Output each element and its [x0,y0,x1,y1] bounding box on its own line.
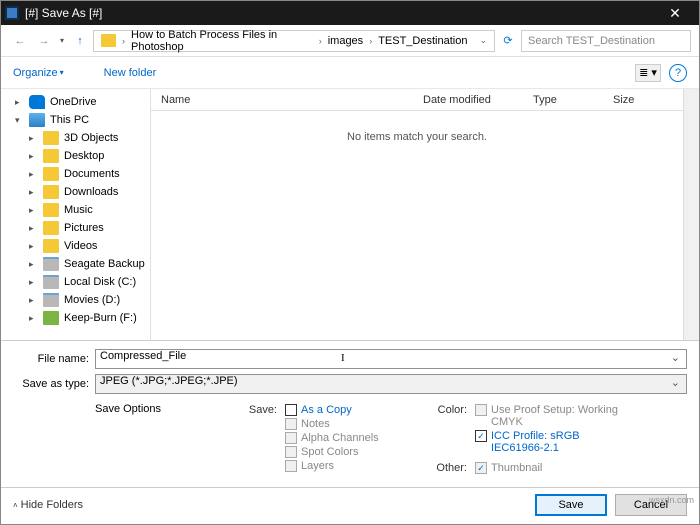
folder-tree[interactable]: ▸OneDrive▾This PC▸3D Objects▸Desktop▸Doc… [1,89,151,340]
tree-item[interactable]: ▸3D Objects [1,129,150,147]
spot-checkbox [285,446,297,458]
titlebar: [#] Save As [#] ✕ [1,1,699,25]
chevron-right-icon: › [366,36,375,46]
crumb[interactable]: How to Batch Process Files in Photoshop [128,29,316,53]
empty-message: No items match your search. [151,111,683,163]
history-dropdown[interactable]: ▾ [57,36,67,45]
as-copy-checkbox[interactable] [285,404,297,416]
save-button[interactable]: Save [535,494,607,516]
view-options-button[interactable]: ≣ ▾ [635,64,661,82]
save-options: Save Options Save: As a Copy Notes Alpha … [13,399,687,481]
spot-label: Spot Colors [301,446,358,458]
tree-item[interactable]: ▸Pictures [1,219,150,237]
footer: ˄ Hide Folders Save Cancel [1,487,699,524]
thumbnail-checkbox [475,462,487,474]
color-label: Color: [435,404,471,416]
breadcrumb[interactable]: › How to Batch Process Files in Photosho… [93,30,495,52]
tree-item[interactable]: ▸Seagate Backup [1,255,150,273]
save-as-dialog: [#] Save As [#] ✕ ← → ▾ ↑ › How to Batch… [0,0,700,525]
chevron-right-icon: › [119,36,128,46]
new-folder-button[interactable]: New folder [104,67,157,79]
addressbar: ← → ▾ ↑ › How to Batch Process Files in … [1,25,699,57]
other-label: Other: [435,462,471,474]
tree-item[interactable]: ▸Videos [1,237,150,255]
layers-label: Layers [301,460,334,472]
scrollbar[interactable] [683,89,699,340]
tree-item[interactable]: ▸Downloads [1,183,150,201]
tree-item[interactable]: ▸Local Disk (C:) [1,273,150,291]
tree-item[interactable]: ▸Music [1,201,150,219]
tree-item[interactable]: ▸Documents [1,165,150,183]
icc-label: ICC Profile: sRGB IEC61966-2.1 [491,430,621,454]
folder-icon [101,34,116,47]
up-button[interactable]: ↑ [69,30,91,52]
as-copy-label: As a Copy [301,404,352,416]
bottom-panel: File name: Compressed_FileI Save as type… [1,340,699,487]
file-name-input[interactable]: Compressed_FileI [95,349,687,369]
watermark: wsxdn.com [649,495,694,505]
tree-item[interactable]: ▸Desktop [1,147,150,165]
icc-checkbox[interactable] [475,430,487,442]
layers-checkbox [285,460,297,472]
column-name[interactable]: Name [151,94,413,106]
save-label: Save: [245,404,281,416]
tree-item[interactable]: ▾This PC [1,111,150,129]
search-input[interactable]: Search TEST_Destination [521,30,691,52]
notes-checkbox [285,418,297,430]
back-button[interactable]: ← [9,30,31,52]
column-size[interactable]: Size [603,94,683,106]
chevron-right-icon: › [316,36,325,46]
window-title: [#] Save As [#] [25,6,655,20]
file-name-label: File name: [13,353,95,365]
alpha-checkbox [285,432,297,444]
column-headers: Name Date modified Type Size [151,89,683,111]
hide-folders-button[interactable]: ˄ Hide Folders [13,499,83,511]
save-type-label: Save as type: [13,378,95,390]
close-button[interactable]: ✕ [655,1,695,25]
chevron-down-icon[interactable]: ⌄ [476,35,490,46]
notes-label: Notes [301,418,330,430]
toolbar: Organize ▾ New folder ≣ ▾ ? [1,57,699,89]
file-list: Name Date modified Type Size No items ma… [151,89,683,340]
refresh-button[interactable]: ⟳ [497,30,519,52]
tree-item[interactable]: ▸Keep-Burn (F:) [1,309,150,327]
thumbnail-label: Thumbnail [491,462,542,474]
tree-item[interactable]: ▸OneDrive [1,93,150,111]
save-options-title: Save Options [95,403,245,415]
crumb[interactable]: TEST_Destination [375,35,470,47]
forward-button[interactable]: → [33,30,55,52]
save-type-select[interactable]: JPEG (*.JPG;*.JPEG;*.JPE) [95,374,687,394]
help-button[interactable]: ? [669,64,687,82]
alpha-label: Alpha Channels [301,432,379,444]
proof-label: Use Proof Setup: Working CMYK [491,404,621,428]
tree-item[interactable]: ▸Movies (D:) [1,291,150,309]
organize-button[interactable]: Organize ▾ [13,67,64,79]
main-area: ▸OneDrive▾This PC▸3D Objects▸Desktop▸Doc… [1,89,699,340]
column-date[interactable]: Date modified [413,94,523,106]
app-icon [5,6,19,20]
proof-checkbox [475,404,487,416]
column-type[interactable]: Type [523,94,603,106]
crumb[interactable]: images [325,35,366,47]
